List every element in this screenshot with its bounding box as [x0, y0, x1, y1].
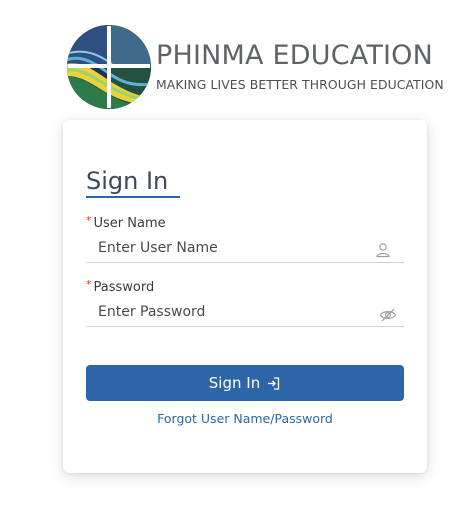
title-underline [86, 196, 180, 198]
signin-card: Sign In *User Name *Password Sign In [63, 120, 427, 473]
signin-button-label: Sign In [208, 374, 261, 392]
phinma-logo-icon [67, 25, 151, 109]
forgot-credentials-link[interactable]: Forgot User Name/Password [63, 411, 427, 427]
login-page: PHINMA EDUCATION MAKING LIVES BETTER THR… [0, 0, 474, 530]
eye-slash-icon[interactable] [379, 306, 397, 324]
brand-tagline: MAKING LIVES BETTER THROUGH EDUCATION [156, 77, 444, 92]
password-input[interactable] [86, 297, 404, 327]
required-marker: * [86, 278, 92, 291]
password-label-text: Password [93, 280, 155, 295]
brand-name: PHINMA EDUCATION [156, 40, 434, 71]
login-arrow-icon [268, 376, 280, 390]
username-label: * User Name [86, 214, 166, 232]
user-icon [376, 243, 390, 258]
signin-button[interactable]: Sign In [86, 365, 404, 401]
password-label: * Password [86, 278, 155, 296]
required-marker: * [86, 214, 92, 227]
username-label-text: User Name [93, 216, 166, 231]
username-input[interactable] [86, 233, 404, 263]
signin-title: Sign In [86, 167, 169, 195]
